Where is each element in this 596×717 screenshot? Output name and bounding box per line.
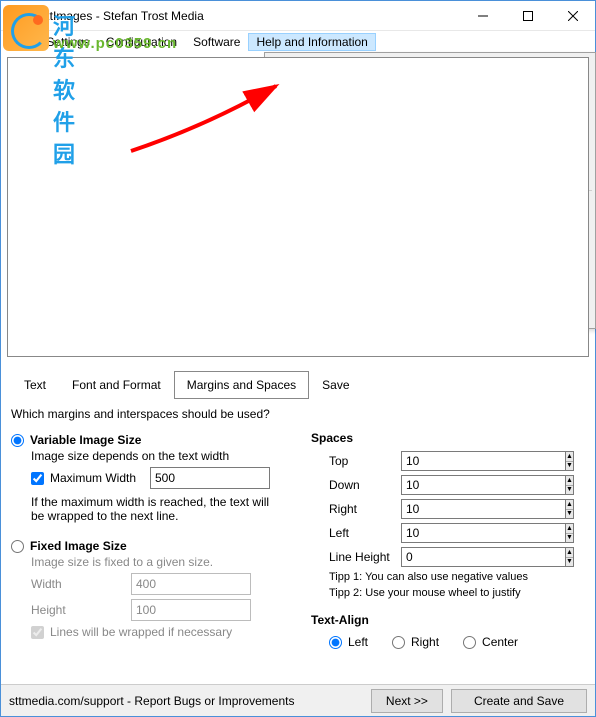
text-align-heading: Text-Align xyxy=(311,613,585,627)
tip-1: Tipp 1: You can also use negative values xyxy=(329,571,585,583)
window-buttons xyxy=(460,1,595,30)
titlebar: T TextImages - Stefan Trost Media xyxy=(1,1,595,31)
input-down[interactable] xyxy=(401,475,566,495)
tab-text[interactable]: Text xyxy=(11,371,59,399)
close-button[interactable] xyxy=(550,1,595,30)
tip-2: Tipp 2: Use your mouse wheel to justify xyxy=(329,587,585,599)
tab-margins[interactable]: Margins and Spaces xyxy=(174,371,309,399)
label-lineheight: Line Height xyxy=(311,550,401,564)
settings-tabs: Text Font and Format Margins and Spaces … xyxy=(11,371,363,399)
radio-align-right[interactable] xyxy=(392,636,405,649)
checkbox-wrap xyxy=(31,626,44,639)
statusbar: sttmedia.com/support - Report Bugs or Im… xyxy=(1,684,595,716)
label-right: Right xyxy=(311,502,401,516)
label-top: Top xyxy=(311,454,401,468)
spinner-lineheight[interactable]: ▲▼ xyxy=(566,547,574,567)
fixed-sub: Image size is fixed to a given size. xyxy=(31,555,291,569)
label-align-right: Right xyxy=(411,635,439,649)
label-left: Left xyxy=(311,526,401,540)
label-align-center: Center xyxy=(482,635,518,649)
text-preview-area[interactable] xyxy=(7,57,589,357)
checkbox-max-width[interactable] xyxy=(31,472,44,485)
spinner-right[interactable]: ▲▼ xyxy=(566,499,574,519)
input-width xyxy=(131,573,251,595)
window-title: TextImages - Stefan Trost Media xyxy=(31,9,460,23)
create-save-button[interactable]: Create and Save xyxy=(451,689,587,713)
spaces-heading: Spaces xyxy=(311,431,585,445)
variable-sub: Image size depends on the text width xyxy=(31,449,291,463)
input-max-width[interactable] xyxy=(150,467,270,489)
form-question: Which margins and interspaces should be … xyxy=(11,407,585,421)
label-width: Width xyxy=(31,577,131,591)
label-wrap: Lines will be wrapped if necessary xyxy=(50,625,232,639)
minimize-button[interactable] xyxy=(460,1,505,30)
label-down: Down xyxy=(311,478,401,492)
status-text: sttmedia.com/support - Report Bugs or Im… xyxy=(9,694,363,708)
label-height: Height xyxy=(31,603,131,617)
margins-form: Which margins and interspaces should be … xyxy=(11,403,585,651)
label-fixed-size: Fixed Image Size xyxy=(30,539,127,553)
radio-fixed-size[interactable] xyxy=(11,540,24,553)
menu-file[interactable]: File xyxy=(3,33,38,51)
maximize-button[interactable] xyxy=(505,1,550,30)
radio-align-center[interactable] xyxy=(463,636,476,649)
label-variable-size: Variable Image Size xyxy=(30,433,141,447)
variable-hint: If the maximum width is reached, the tex… xyxy=(31,495,271,523)
menu-help[interactable]: Help and Information xyxy=(248,33,375,51)
input-top[interactable] xyxy=(401,451,566,471)
menu-configuration[interactable]: Configuration xyxy=(98,33,185,51)
tab-save[interactable]: Save xyxy=(309,371,362,399)
input-lineheight[interactable] xyxy=(401,547,566,567)
radio-align-left[interactable] xyxy=(329,636,342,649)
app-icon: T xyxy=(9,8,25,24)
next-button[interactable]: Next >> xyxy=(371,689,443,713)
menu-software[interactable]: Software xyxy=(185,33,248,51)
menubar: File Settings Configuration Software Hel… xyxy=(1,31,595,53)
input-height xyxy=(131,599,251,621)
spinner-top[interactable]: ▲▼ xyxy=(566,451,574,471)
input-right[interactable] xyxy=(401,499,566,519)
label-max-width: Maximum Width xyxy=(50,471,150,485)
label-align-left: Left xyxy=(348,635,368,649)
spinner-left[interactable]: ▲▼ xyxy=(566,523,574,543)
input-left[interactable] xyxy=(401,523,566,543)
spinner-down[interactable]: ▲▼ xyxy=(566,475,574,495)
menu-settings[interactable]: Settings xyxy=(38,33,97,51)
tab-font[interactable]: Font and Format xyxy=(59,371,174,399)
radio-variable-size[interactable] xyxy=(11,434,24,447)
